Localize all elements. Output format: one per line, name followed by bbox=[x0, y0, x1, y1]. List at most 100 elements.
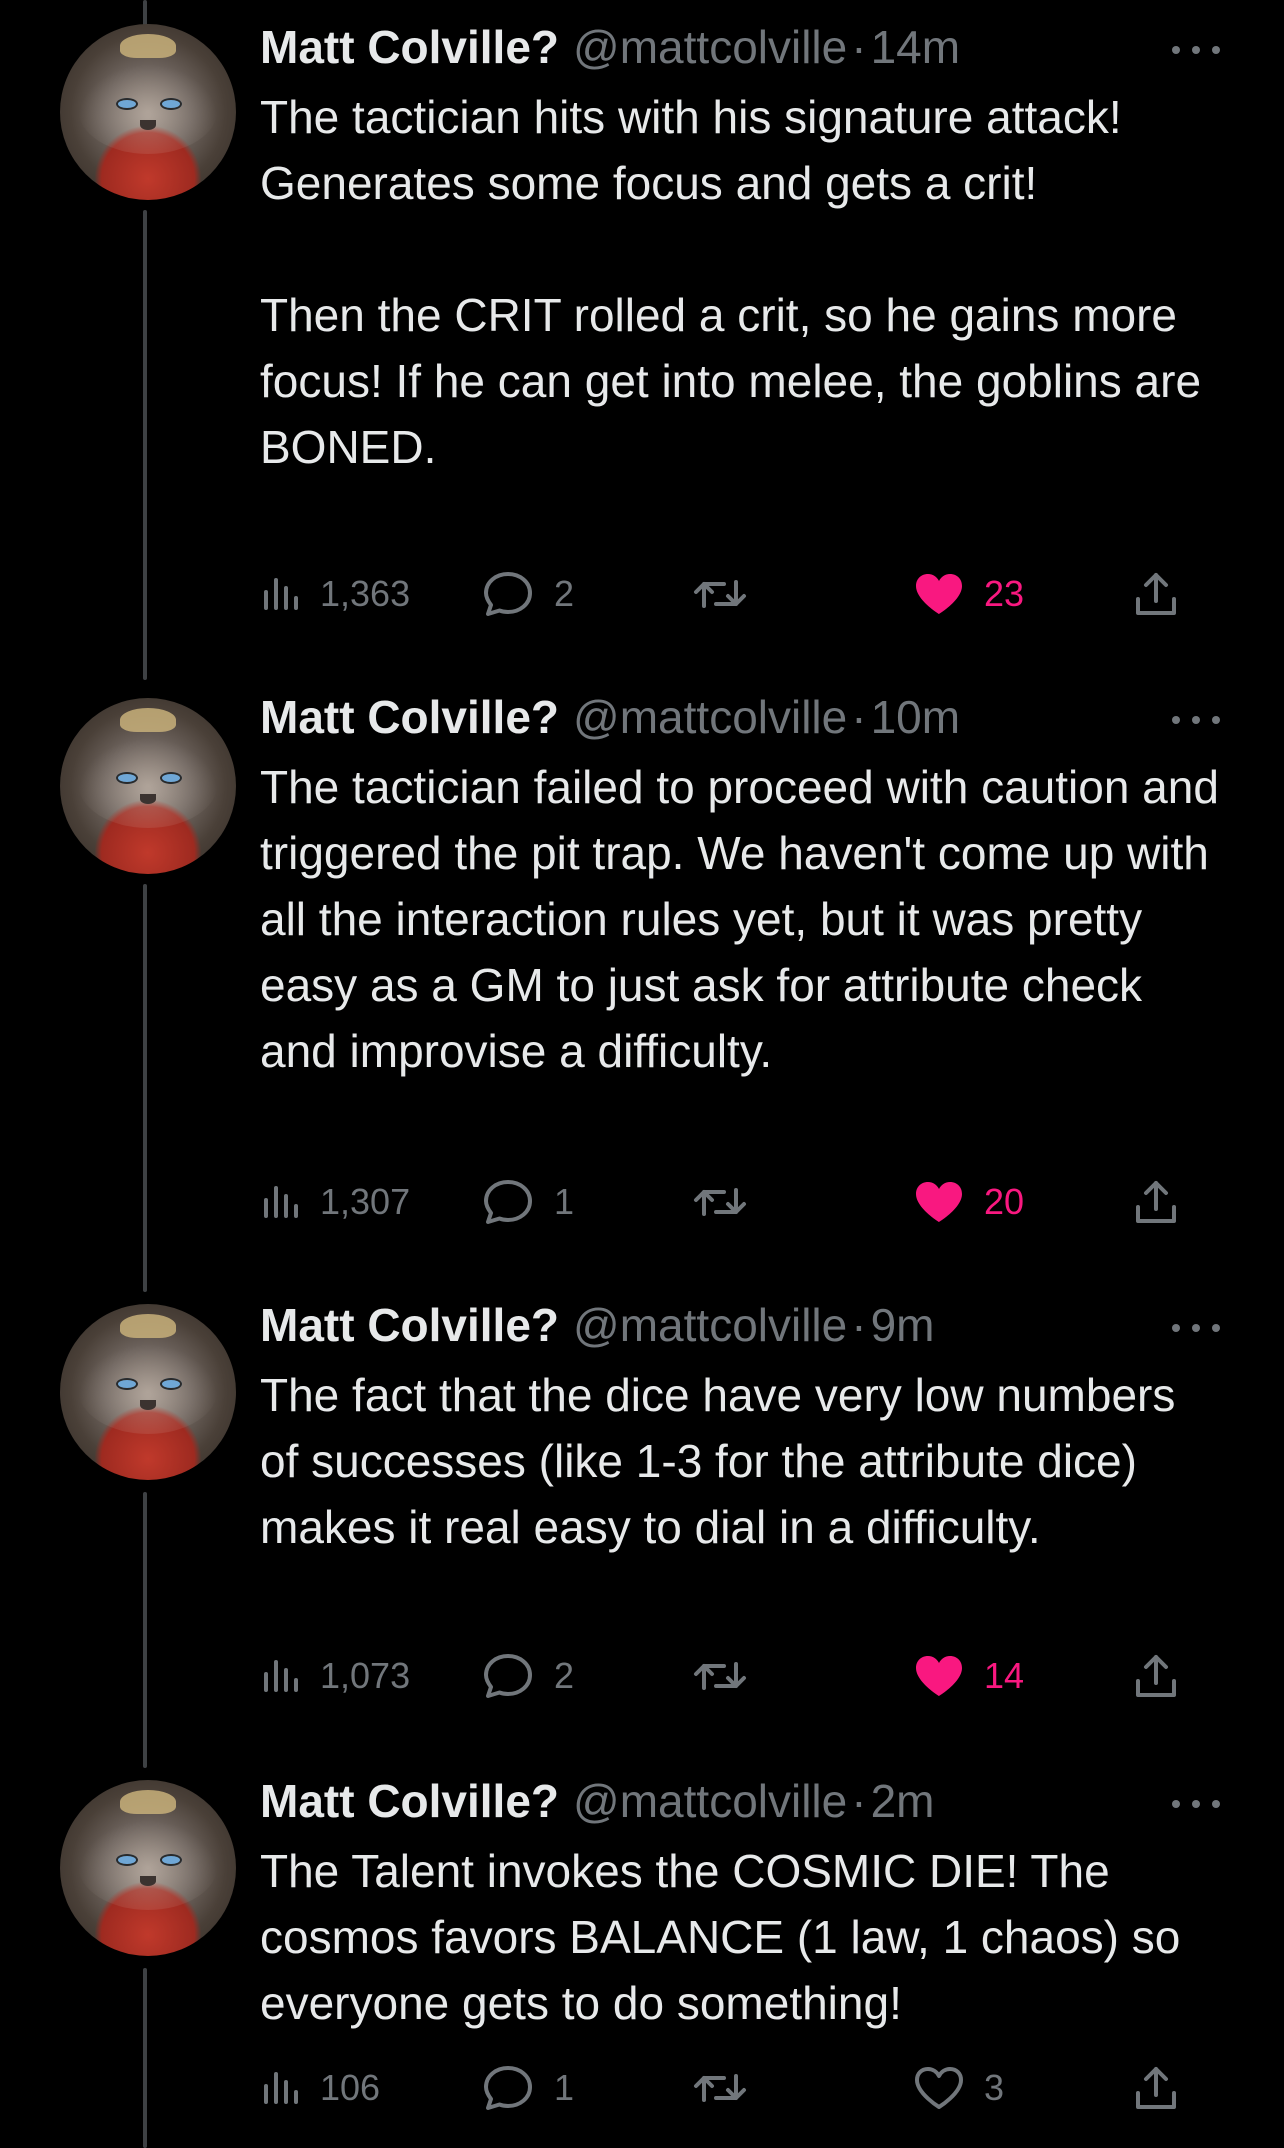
timestamp[interactable]: 10m bbox=[871, 690, 960, 744]
views-button[interactable]: 1,307 bbox=[260, 1172, 410, 1232]
avatar-eye bbox=[160, 772, 182, 784]
user-handle[interactable]: @mattcolville bbox=[573, 20, 847, 74]
timestamp[interactable]: 2m bbox=[871, 1774, 935, 1828]
like-button[interactable]: 23 bbox=[914, 564, 1024, 624]
avatar[interactable] bbox=[60, 1304, 236, 1480]
bar-chart-icon bbox=[264, 1186, 298, 1218]
display-name[interactable]: Matt Colville? bbox=[260, 1774, 559, 1828]
avatar[interactable] bbox=[60, 698, 236, 874]
retweet-icon bbox=[694, 2074, 746, 2102]
share-upload-icon bbox=[1136, 2067, 1176, 2109]
display-name[interactable]: Matt Colville? bbox=[260, 20, 559, 74]
separator-dot: · bbox=[851, 1775, 867, 1827]
bar-chart-icon bbox=[264, 1660, 298, 1692]
timestamp[interactable]: 9m bbox=[871, 1298, 935, 1352]
reply-button[interactable]: 1 bbox=[482, 1172, 574, 1232]
bar-chart-icon bbox=[264, 2072, 298, 2104]
more-dots-icon[interactable] bbox=[1172, 1794, 1220, 1814]
retweet-button[interactable] bbox=[692, 2058, 768, 2118]
like-button[interactable]: 20 bbox=[914, 1172, 1024, 1232]
views-button[interactable]: 106 bbox=[260, 2058, 380, 2118]
share-button[interactable] bbox=[1134, 1172, 1178, 1232]
separator-dot: · bbox=[851, 21, 867, 73]
reply-count: 1 bbox=[554, 1181, 575, 1222]
reply-button[interactable]: 1 bbox=[482, 2058, 574, 2118]
more-dots-icon[interactable] bbox=[1172, 1318, 1220, 1338]
avatar-crown bbox=[120, 34, 176, 58]
retweet-button[interactable] bbox=[692, 1172, 768, 1232]
tweet-header: Matt Colville? @mattcolville · 10m bbox=[260, 690, 960, 746]
like-count: 23 bbox=[984, 573, 1025, 614]
user-handle[interactable]: @mattcolville bbox=[573, 690, 847, 744]
timestamp[interactable]: 14m bbox=[871, 20, 960, 74]
reply-count: 1 bbox=[554, 2067, 575, 2108]
speech-bubble-icon bbox=[484, 1654, 532, 1698]
retweet-button[interactable] bbox=[692, 1646, 768, 1706]
speech-bubble-icon bbox=[484, 2066, 532, 2110]
more-dots-icon[interactable] bbox=[1172, 710, 1220, 730]
thread-line bbox=[143, 210, 147, 680]
avatar-eye bbox=[116, 98, 138, 110]
avatar-eye bbox=[160, 98, 182, 110]
speech-bubble-icon bbox=[484, 1180, 532, 1224]
like-count: 3 bbox=[984, 2067, 1005, 2108]
display-name[interactable]: Matt Colville? bbox=[260, 690, 559, 744]
avatar[interactable] bbox=[60, 1780, 236, 1956]
retweet-icon bbox=[694, 1662, 746, 1690]
share-button[interactable] bbox=[1134, 2058, 1178, 2118]
avatar-crown bbox=[120, 1790, 176, 1814]
share-button[interactable] bbox=[1134, 1646, 1178, 1706]
retweet-button[interactable] bbox=[692, 564, 768, 624]
avatar-eye bbox=[160, 1378, 182, 1390]
tweet-header: Matt Colville? @mattcolville · 9m bbox=[260, 1298, 934, 1354]
avatar-eye bbox=[116, 1378, 138, 1390]
tweet-text: The fact that the dice have very low num… bbox=[260, 1369, 1189, 1553]
views-button[interactable]: 1,073 bbox=[260, 1646, 410, 1706]
views-count: 106 bbox=[320, 2067, 381, 2108]
separator-dot: · bbox=[851, 1299, 867, 1351]
retweet-icon bbox=[694, 1188, 746, 1216]
views-count: 1,307 bbox=[320, 1181, 411, 1222]
heart-icon bbox=[916, 574, 962, 614]
separator-dot: · bbox=[851, 691, 867, 743]
tweet-header: Matt Colville? @mattcolville · 14m bbox=[260, 20, 960, 76]
avatar-eye bbox=[116, 1854, 138, 1866]
avatar-nose bbox=[140, 1400, 156, 1410]
tweet-actions: 1,307 1 20 bbox=[260, 1172, 1190, 1232]
retweet-icon bbox=[694, 580, 746, 608]
thread-line bbox=[143, 1968, 147, 2148]
tweet-header: Matt Colville? @mattcolville · 2m bbox=[260, 1774, 934, 1830]
heart-icon bbox=[916, 1182, 962, 1222]
avatar-nose bbox=[140, 794, 156, 804]
share-upload-icon bbox=[1136, 1655, 1176, 1697]
like-button[interactable]: 3 bbox=[914, 2058, 1004, 2118]
avatar-nose bbox=[140, 120, 156, 130]
reply-button[interactable]: 2 bbox=[482, 564, 574, 624]
views-count: 1,073 bbox=[320, 1655, 411, 1696]
like-count: 20 bbox=[984, 1181, 1025, 1222]
avatar-fur bbox=[78, 738, 218, 828]
avatar-crown bbox=[120, 708, 176, 732]
thread-line bbox=[143, 1492, 147, 1768]
more-dots-icon[interactable] bbox=[1172, 40, 1220, 60]
display-name[interactable]: Matt Colville? bbox=[260, 1298, 559, 1352]
views-button[interactable]: 1,363 bbox=[260, 564, 410, 624]
like-button[interactable]: 14 bbox=[914, 1646, 1024, 1706]
heart-icon bbox=[915, 2067, 963, 2109]
speech-bubble-icon bbox=[484, 572, 532, 616]
user-handle[interactable]: @mattcolville bbox=[573, 1774, 847, 1828]
user-handle[interactable]: @mattcolville bbox=[573, 1298, 847, 1352]
share-upload-icon bbox=[1136, 573, 1176, 615]
share-button[interactable] bbox=[1134, 564, 1178, 624]
avatar-nose bbox=[140, 1876, 156, 1886]
reply-count: 2 bbox=[554, 1655, 575, 1696]
avatar-eye bbox=[160, 1854, 182, 1866]
tweet-actions: 1,363 2 23 bbox=[260, 564, 1190, 624]
heart-icon bbox=[916, 1656, 962, 1696]
avatar-fur bbox=[78, 1820, 218, 1910]
avatar[interactable] bbox=[60, 24, 236, 200]
bar-chart-icon bbox=[264, 578, 298, 610]
views-count: 1,363 bbox=[320, 573, 411, 614]
avatar-crown bbox=[120, 1314, 176, 1338]
reply-button[interactable]: 2 bbox=[482, 1646, 574, 1706]
